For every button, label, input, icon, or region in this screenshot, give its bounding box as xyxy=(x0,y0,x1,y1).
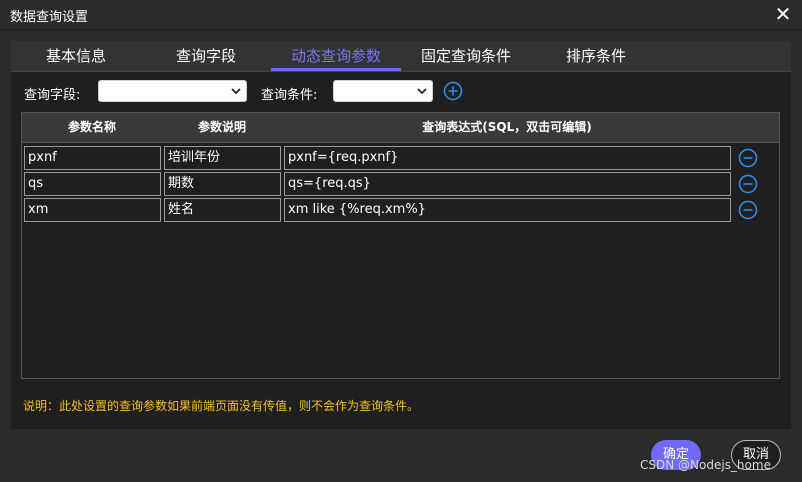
param-expression-cell[interactable]: pxnf={req.pxnf} xyxy=(284,146,731,170)
tab-sort-conditions[interactable]: 排序条件 xyxy=(531,41,661,71)
query-field-select[interactable] xyxy=(98,80,247,102)
remove-param-icon[interactable] xyxy=(738,148,758,168)
query-condition-label: 查询条件: xyxy=(261,88,318,103)
param-name-cell[interactable]: pxnf xyxy=(24,146,161,170)
close-icon[interactable]: ✕ xyxy=(772,2,794,26)
filter-row: 查询字段: 查询条件: xyxy=(11,79,791,107)
param-expression-cell[interactable]: qs={req.qs} xyxy=(284,172,731,196)
tab-query-fields[interactable]: 查询字段 xyxy=(141,41,271,71)
add-param-icon[interactable] xyxy=(443,81,463,101)
table-header: 参数名称 参数说明 查询表达式(SQL，双击可编辑) xyxy=(22,113,779,143)
chevron-down-icon xyxy=(231,88,241,95)
column-header-param-desc: 参数说明 xyxy=(197,120,246,134)
tab-fixed-conditions[interactable]: 固定查询条件 xyxy=(401,41,531,71)
window-title: 数据查询设置 xyxy=(10,10,89,25)
help-note: 说明：此处设置的查询参数如果前端页面没有传值，则不会作为查询条件。 xyxy=(23,399,420,413)
remove-param-icon[interactable] xyxy=(738,174,758,194)
remove-param-icon[interactable] xyxy=(738,200,758,220)
params-table: 参数名称 参数说明 查询表达式(SQL，双击可编辑) pxnf 培训年份 pxn… xyxy=(21,112,780,379)
tab-dynamic-params[interactable]: 动态查询参数 xyxy=(271,41,401,71)
param-desc-cell[interactable]: 期数 xyxy=(164,172,281,196)
column-header-param-name: 参数名称 xyxy=(67,120,116,134)
param-expression-cell[interactable]: xm like {%req.xm%} xyxy=(284,198,731,222)
active-tab-indicator xyxy=(271,68,401,71)
table-row: xm 姓名 xm like {%req.xm%} xyxy=(22,198,779,224)
dialog-panel: 基本信息 查询字段 动态查询参数 固定查询条件 排序条件 查询字段: 查询条件:… xyxy=(11,41,791,429)
param-desc-cell[interactable]: 培训年份 xyxy=(164,146,281,170)
query-field-label: 查询字段: xyxy=(24,88,81,103)
table-row: pxnf 培训年份 pxnf={req.pxnf} xyxy=(22,146,779,172)
tab-bar: 基本信息 查询字段 动态查询参数 固定查询条件 排序条件 xyxy=(11,41,791,72)
watermark: CSDN @Nodejs_home xyxy=(640,458,771,472)
query-condition-select[interactable] xyxy=(333,80,433,102)
param-name-cell[interactable]: qs xyxy=(24,172,161,196)
title-bar: 数据查询设置 ✕ xyxy=(0,0,802,30)
param-desc-cell[interactable]: 姓名 xyxy=(164,198,281,222)
tab-basic-info[interactable]: 基本信息 xyxy=(11,41,141,71)
table-row: qs 期数 qs={req.qs} xyxy=(22,172,779,198)
chevron-down-icon xyxy=(417,88,427,95)
param-name-cell[interactable]: xm xyxy=(24,198,161,222)
column-header-expression: 查询表达式(SQL，双击可编辑) xyxy=(422,120,592,134)
